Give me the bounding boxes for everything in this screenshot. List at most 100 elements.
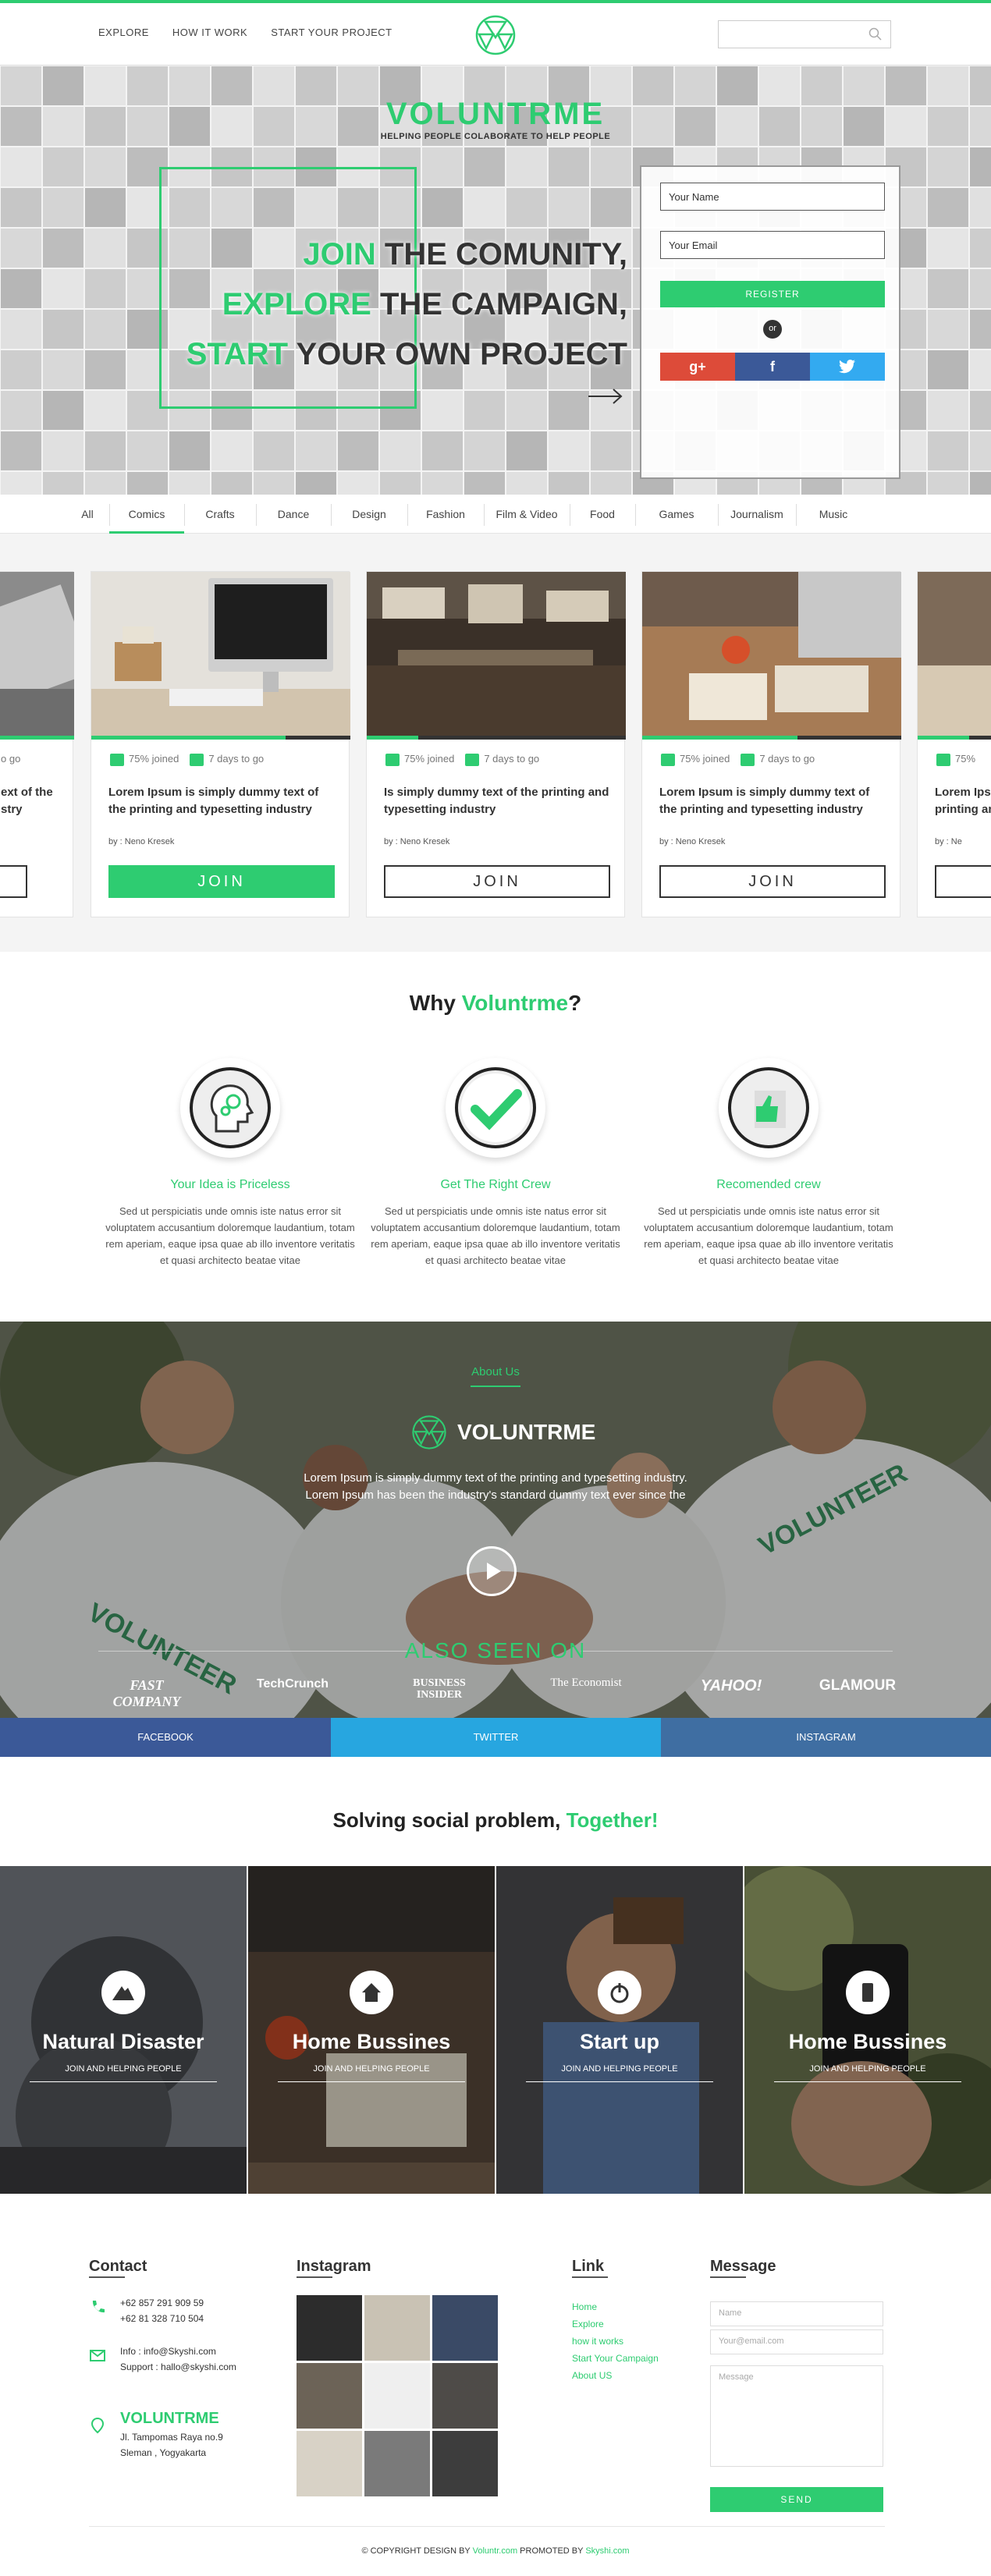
feature-idea: Your Idea is Priceless Sed ut perspiciat… (101, 1058, 359, 1268)
card-image (0, 572, 74, 737)
cause-tile[interactable]: Home Bussines JOIN AND HELPING PEOPLE (248, 1866, 495, 2194)
send-button[interactable]: SEND (710, 2487, 883, 2512)
facebook-link[interactable]: FACEBOOK (0, 1718, 331, 1757)
about-label: About Us (471, 1365, 520, 1378)
contact-phones: +62 857 291 909 59 +62 81 328 710 504 (120, 2297, 204, 2324)
tab-fashion[interactable]: Fashion (407, 495, 484, 534)
instagram-link[interactable]: INSTAGRAM (661, 1718, 991, 1757)
tab-comics[interactable]: Comics (109, 495, 184, 534)
instagram-photo[interactable] (297, 2431, 362, 2496)
days-stat: 7 days to go (741, 753, 815, 766)
instagram-photo[interactable] (297, 2363, 362, 2429)
tab-design[interactable]: Design (331, 495, 407, 534)
about-section: VOLUNTEER VOLUNTEER About Us VOLUNTRME L… (0, 1322, 991, 1718)
logo-icon[interactable] (468, 11, 523, 59)
email-field[interactable] (660, 231, 885, 259)
thumbs-up-icon (728, 1067, 809, 1148)
or-divider: or (763, 320, 782, 339)
location-pin-icon (91, 2417, 105, 2434)
press-logo: GLAMOUR (819, 1677, 897, 1694)
progress-fill (91, 736, 286, 740)
calendar-icon (465, 753, 480, 766)
campaign-card[interactable]: 75% joined 7 days to go Lorem Ipsum is si… (641, 571, 901, 917)
cause-tile[interactable]: Home Bussines JOIN AND HELPING PEOPLE (744, 1866, 991, 2194)
name-field[interactable] (660, 183, 885, 211)
instagram-photo[interactable] (364, 2295, 430, 2361)
tile-subtitle: JOIN AND HELPING PEOPLE (561, 2064, 678, 2074)
search-icon[interactable] (868, 27, 883, 41)
tab-all[interactable]: All (66, 495, 109, 534)
card-title[interactable]: Is simply dummy text of the printing and… (384, 784, 610, 818)
join-button[interactable] (935, 865, 991, 898)
join-button[interactable]: JOIN (384, 865, 610, 898)
twitter-link[interactable]: TWITTER (331, 1718, 661, 1757)
tab-games[interactable]: Games (635, 495, 718, 534)
google-plus-button[interactable]: g+ (660, 353, 735, 381)
campaign-card-partial-left[interactable]: o go ext of the stry (0, 571, 74, 917)
about-brand: VOLUNTRME (406, 1409, 595, 1456)
power-icon (598, 1971, 641, 2014)
nav-explore[interactable]: EXPLORE (98, 27, 149, 38)
twitter-button[interactable] (810, 353, 885, 381)
join-button[interactable] (0, 865, 27, 898)
instagram-photo[interactable] (364, 2431, 430, 2496)
feature-recommended: Recomended crew Sed ut perspiciatis unde… (640, 1058, 897, 1268)
footer-link-explore[interactable]: Explore (572, 2315, 659, 2333)
instagram-photo[interactable] (432, 2363, 498, 2429)
home-icon (350, 1971, 393, 2014)
people-icon (385, 753, 400, 766)
instagram-photo[interactable] (432, 2431, 498, 2496)
footer-link-home[interactable]: Home (572, 2298, 659, 2315)
card-image (367, 572, 626, 737)
phone-icon (846, 1971, 890, 2014)
play-button[interactable] (467, 1546, 517, 1596)
nav-start-project[interactable]: START YOUR PROJECT (271, 27, 392, 38)
tab-music[interactable]: Music (796, 495, 871, 534)
card-title[interactable]: Lorem Ipsum is simply dummy text of the … (659, 784, 886, 818)
voluntr-link[interactable]: Voluntr.com (473, 2546, 517, 2556)
register-button[interactable]: REGISTER (660, 281, 885, 307)
card-title[interactable]: Lorem Ipsum is simply dummy text of the … (108, 784, 335, 818)
tab-dance[interactable]: Dance (256, 495, 331, 534)
search-box[interactable] (718, 20, 891, 48)
days-stat: 7 days to go (190, 753, 264, 766)
twitter-icon (839, 360, 855, 374)
cause-tile[interactable]: Natural Disaster JOIN AND HELPING PEOPLE (0, 1866, 247, 2194)
cause-tile[interactable]: Start up JOIN AND HELPING PEOPLE (496, 1866, 743, 2194)
feature-desc: Sed ut perspiciatis unde omnis iste natu… (371, 1205, 620, 1266)
arrow-right-icon[interactable] (587, 387, 624, 406)
card-image (918, 572, 991, 737)
hero-brand: VOLUNTRME HELPING PEOPLE COLABORATE TO H… (0, 97, 991, 141)
footer-link-start-campaign[interactable]: Start Your Campaign (572, 2350, 659, 2367)
phone-icon (92, 2301, 105, 2313)
tab-journalism[interactable]: Journalism (718, 495, 796, 534)
progress-fill (642, 736, 798, 740)
join-button[interactable]: JOIN (108, 865, 335, 898)
campaign-card[interactable]: 75% joined 7 days to go Lorem Ipsum is si… (91, 571, 350, 917)
skyshi-link[interactable]: Skyshi.com (585, 2546, 629, 2556)
facebook-icon: f (770, 359, 775, 374)
also-seen-on-heading: ALSO SEEN ON (404, 1638, 587, 1662)
campaign-cards-section: o go ext of the stry 75% joined 7 days to … (0, 534, 991, 952)
campaign-card[interactable]: 75% joined 7 days to go Is simply dummy t… (366, 571, 626, 917)
instagram-photo[interactable] (297, 2295, 362, 2361)
instagram-photo[interactable] (432, 2295, 498, 2361)
tab-film-video[interactable]: Film & Video (484, 495, 570, 534)
logo-icon (412, 1415, 446, 1449)
footer-link-how-it-works[interactable]: how it works (572, 2333, 659, 2350)
tab-crafts[interactable]: Crafts (184, 495, 256, 534)
email-input[interactable]: Your@email.com (710, 2329, 883, 2354)
card-image (642, 572, 901, 737)
join-button[interactable]: JOIN (659, 865, 886, 898)
google-plus-icon: g+ (689, 359, 706, 374)
tile-subtitle: JOIN AND HELPING PEOPLE (65, 2064, 182, 2074)
campaign-card-partial-right[interactable]: 75% Lorem Ips printing an by : Ne (917, 571, 991, 917)
message-textarea[interactable]: Message (710, 2365, 883, 2467)
footer-link-about[interactable]: About US (572, 2367, 659, 2384)
nav-how-it-work[interactable]: HOW IT WORK (172, 27, 247, 38)
name-input[interactable]: Name (710, 2301, 883, 2326)
feature-title: Your Idea is Priceless (170, 1178, 290, 1191)
tab-food[interactable]: Food (570, 495, 635, 534)
instagram-photo[interactable] (364, 2363, 430, 2429)
facebook-button[interactable]: f (735, 353, 810, 381)
